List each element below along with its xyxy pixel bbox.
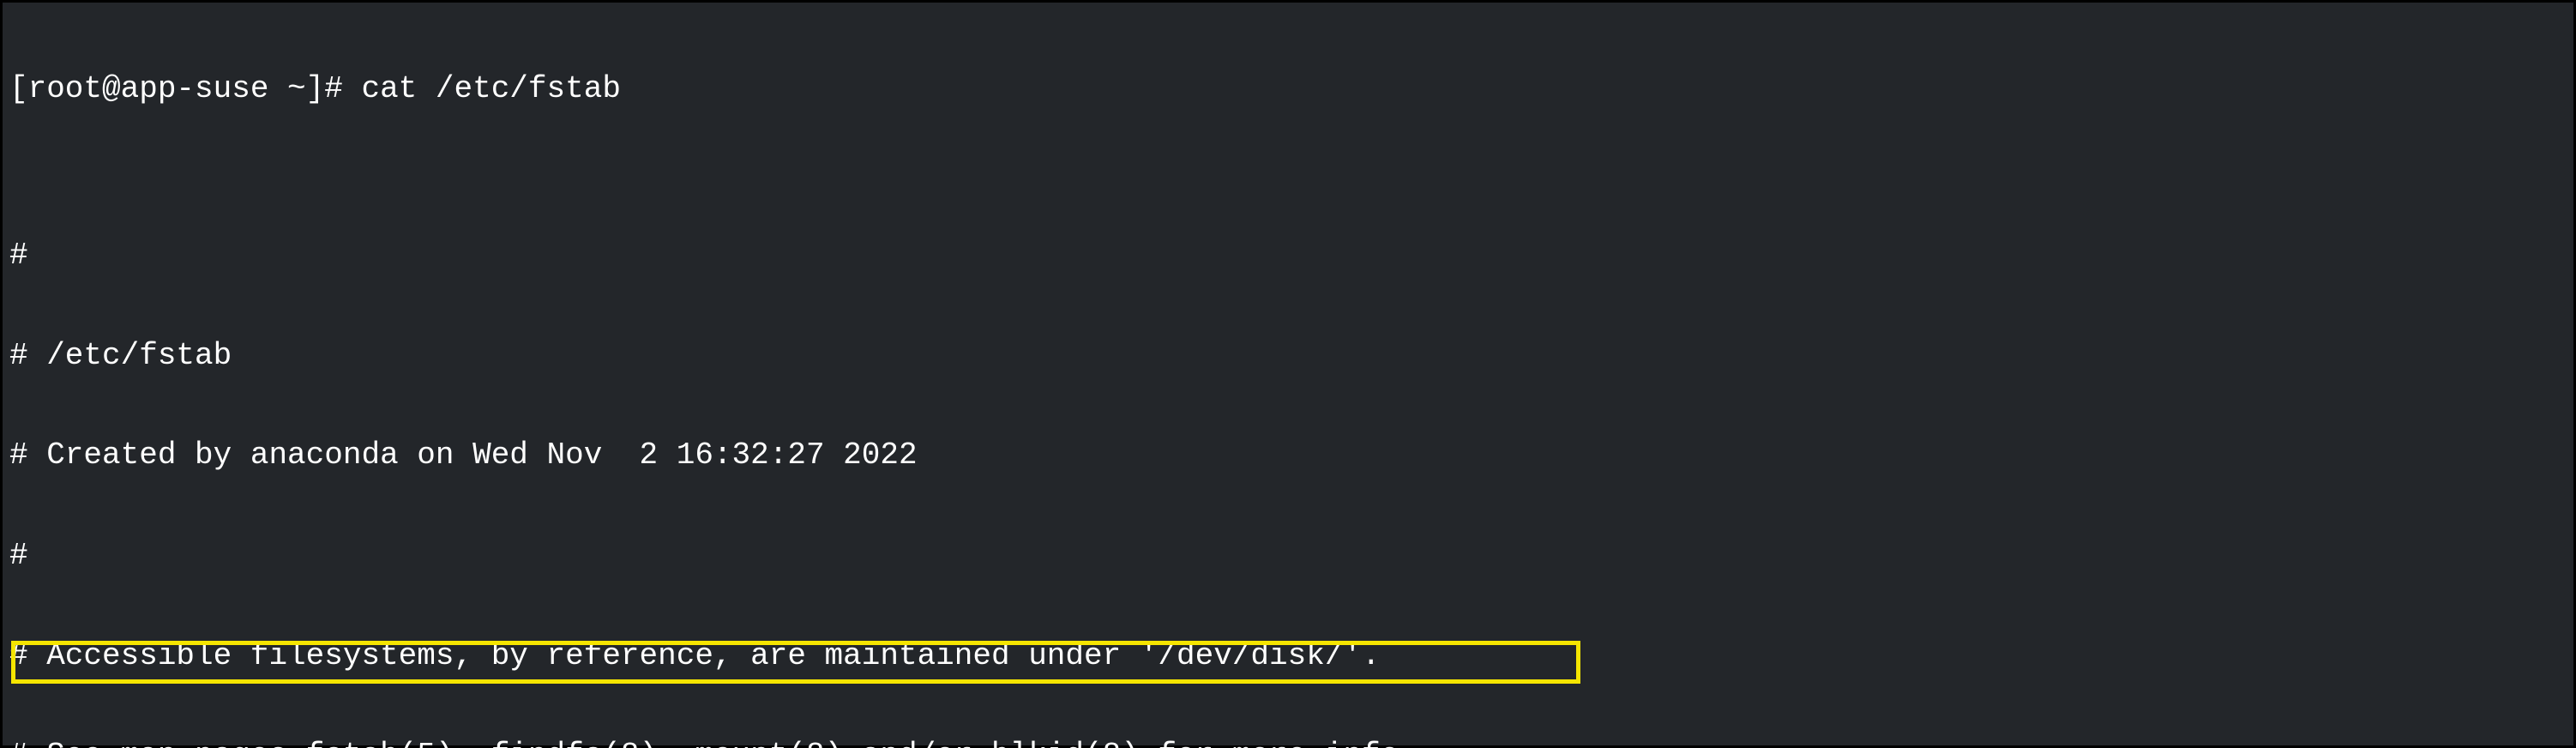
prompt-line-command: [root@app-suse ~]# cat /etc/fstab bbox=[9, 73, 2567, 106]
output-comment-accessible: # Accessible filesystems, by reference, … bbox=[9, 640, 2567, 673]
terminal-window[interactable]: [root@app-suse ~]# cat /etc/fstab # # /e… bbox=[0, 0, 2576, 748]
output-comment-created: # Created by anaconda on Wed Nov 2 16:32… bbox=[9, 439, 2567, 473]
output-comment-fstab: # /etc/fstab bbox=[9, 340, 2567, 373]
output-comment-manpages: # See man pages fstab(5), findfs(8), mou… bbox=[9, 739, 2567, 748]
output-comment: # bbox=[9, 239, 2567, 273]
output-comment: # bbox=[9, 540, 2567, 573]
